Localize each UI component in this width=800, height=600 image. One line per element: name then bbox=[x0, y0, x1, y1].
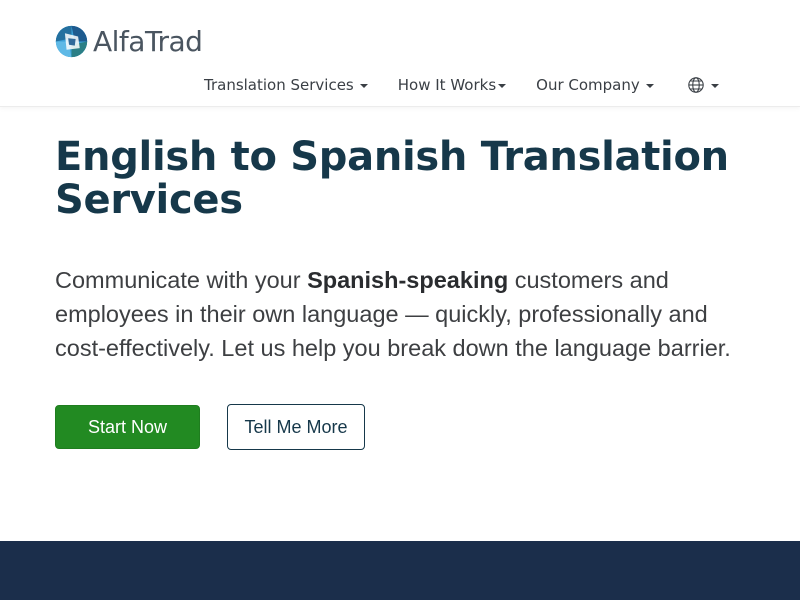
page: AlfaTrad Translation Services How It Wor… bbox=[0, 0, 800, 600]
tell-me-more-button[interactable]: Tell Me More bbox=[227, 404, 365, 450]
site-header: AlfaTrad Translation Services How It Wor… bbox=[0, 0, 800, 107]
chevron-down-icon bbox=[359, 83, 368, 88]
chevron-down-icon bbox=[710, 83, 719, 88]
start-now-button[interactable]: Start Now bbox=[55, 405, 200, 449]
hero-subtitle-lead: Communicate with your bbox=[55, 267, 308, 293]
logo-wordmark: AlfaTrad bbox=[93, 24, 203, 58]
hero-subtitle-emphasis: Spanish-speaking bbox=[307, 267, 509, 293]
hero-subtitle: Communicate with your Spanish-speaking c… bbox=[55, 263, 755, 365]
nav-translation-services-label: Translation Services bbox=[204, 76, 354, 94]
logo-icon bbox=[55, 25, 88, 57]
globe-icon bbox=[688, 77, 704, 93]
language-selector[interactable] bbox=[687, 76, 719, 94]
nav-our-company-label: Our Company bbox=[536, 76, 640, 94]
nav-how-it-works-label: How It Works bbox=[397, 76, 497, 94]
chevron-down-icon bbox=[645, 83, 654, 88]
nav-how-it-works[interactable]: How It Works bbox=[397, 76, 507, 94]
nav-translation-services[interactable]: Translation Services bbox=[204, 76, 368, 94]
page-title: English to Spanish Translation Services bbox=[55, 134, 729, 223]
main-nav: Translation Services How It Works Our Co… bbox=[204, 73, 719, 97]
chevron-down-icon bbox=[498, 83, 507, 88]
nav-our-company[interactable]: Our Company bbox=[536, 76, 654, 94]
footer-band bbox=[0, 541, 800, 600]
logo-link[interactable]: AlfaTrad bbox=[55, 22, 203, 60]
